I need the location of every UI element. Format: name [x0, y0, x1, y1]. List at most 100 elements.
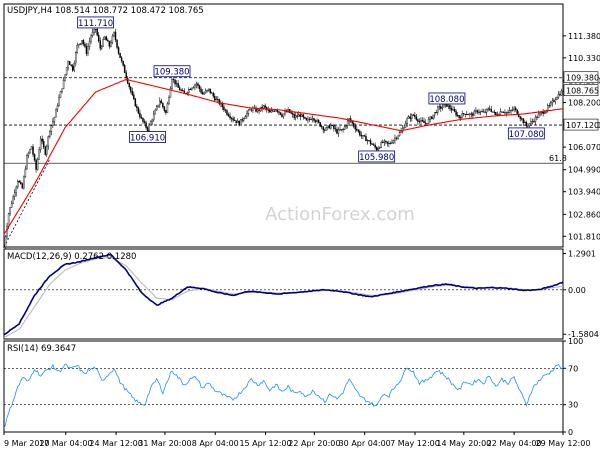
candle-body [307, 118, 309, 121]
candle-body [408, 116, 410, 119]
candle-body [382, 141, 384, 143]
candle-body [68, 61, 71, 65]
candle-body [354, 126, 357, 130]
candle-body [41, 138, 43, 142]
time-tick-label: 14 May 20:00 [436, 439, 491, 448]
candle-body [294, 115, 297, 118]
candle-body [71, 65, 74, 71]
candle-body [296, 115, 298, 117]
candle-body [35, 159, 37, 170]
candle-body [175, 83, 178, 85]
candle-body [269, 110, 271, 113]
price-tick-label: 106.070 [568, 143, 600, 152]
candle-body [270, 110, 273, 113]
candle-body [4, 236, 7, 248]
candle-body [392, 140, 395, 143]
candle-body [429, 116, 431, 120]
candle-body [298, 114, 300, 117]
candle-body [126, 77, 129, 84]
candle-body [194, 84, 196, 88]
candle-body [514, 107, 517, 111]
candle-body [437, 106, 439, 113]
candle-body [557, 94, 560, 98]
candle-body [26, 155, 28, 170]
candle-body [76, 44, 79, 53]
candle-body [148, 124, 150, 132]
candle-body [42, 140, 45, 148]
candle-body [449, 105, 451, 109]
candle-body [39, 138, 42, 150]
candle-body [340, 129, 343, 131]
rsi-line [3, 363, 564, 429]
candle-body [324, 129, 326, 131]
candle-body [214, 95, 216, 101]
candle-body [375, 147, 378, 151]
candle-body [548, 104, 550, 107]
candle-body [397, 135, 399, 139]
candle-body [404, 123, 407, 128]
candle-body [511, 109, 514, 111]
candle-body [111, 35, 114, 43]
candle-body [181, 90, 184, 92]
candle-body [55, 109, 57, 118]
time-tick-label: 29 May 12:00 [536, 439, 591, 448]
price-annotation: 111.710 [77, 16, 115, 29]
candle-body [427, 119, 430, 124]
time-tick-label: 31 Mar 20:00 [138, 439, 191, 448]
candle-body [301, 114, 303, 117]
usdjpy-chart: ActionForex.com 101.810 102.860 103.940 104.… [3, 3, 600, 448]
candle-body [554, 99, 557, 102]
candle-body [243, 118, 245, 121]
candle-body [30, 146, 33, 150]
candle-body [203, 92, 205, 95]
candle-body [336, 129, 338, 134]
candle-body [417, 119, 419, 122]
candle-body [466, 114, 468, 116]
candle-body [536, 116, 538, 118]
price-tick-label: 104.990 [568, 166, 600, 175]
candle-body [521, 118, 523, 120]
candle-body [380, 141, 382, 148]
candle-body [130, 86, 132, 92]
candle-body [62, 80, 65, 89]
candle-body [87, 46, 89, 54]
chart-stage: ActionForex.com 101.810 102.860 103.940 104.… [0, 0, 600, 450]
candle-body [282, 113, 285, 117]
candle-body [488, 108, 491, 110]
candle-body [473, 110, 476, 116]
trendline [3, 158, 51, 248]
candle-body [229, 115, 231, 119]
candle-body [450, 108, 453, 111]
last-price-tag: 108.765 [563, 84, 599, 96]
candle-body [542, 111, 544, 114]
candle-body [238, 120, 240, 126]
candle-body [395, 137, 398, 139]
candle-body [134, 98, 137, 107]
candle-body [200, 88, 202, 93]
candle-body [217, 98, 219, 100]
candle-body [233, 119, 236, 121]
candle-body [162, 102, 164, 107]
candle-body [492, 111, 494, 113]
candle-body [311, 118, 314, 120]
candle-body [20, 181, 22, 184]
candle-body [394, 137, 396, 141]
candle-body [165, 110, 167, 113]
price-annotation: 109.380 [153, 65, 191, 78]
candle-body [160, 100, 163, 104]
candle-body [177, 83, 179, 88]
macd-title: MACD(12,26,9) 0.2762 0.1280 [7, 252, 136, 262]
candle-body [256, 109, 259, 112]
candle-body [125, 72, 127, 79]
candle-body [333, 125, 335, 129]
candle-body [455, 111, 457, 116]
candle-body [386, 141, 389, 144]
candle-body [157, 104, 159, 107]
candle-body [93, 29, 95, 33]
candle-body [178, 87, 181, 91]
candle-body [426, 123, 428, 125]
candle-body [359, 131, 361, 136]
candle-body [378, 147, 381, 149]
candle-body [383, 140, 386, 143]
candle-body [519, 116, 521, 119]
